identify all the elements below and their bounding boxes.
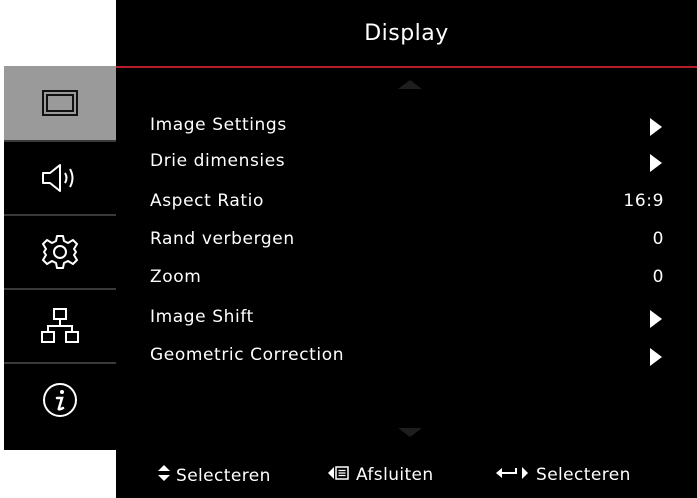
enter-icon	[496, 465, 530, 485]
display-icon	[42, 90, 78, 116]
menu-item-label: Drie dimensies	[150, 151, 286, 171]
hint-enter: Selecteren	[496, 465, 631, 485]
network-icon	[41, 308, 79, 344]
menu-item-label: Image Shift	[150, 307, 254, 327]
menu-item-value: 0	[652, 267, 664, 287]
menu-item-geometric-correction[interactable]: Geometric Correction	[150, 340, 670, 372]
menu-item-image-settings[interactable]: Image Settings	[150, 110, 670, 142]
menu-item-label: Image Settings	[150, 115, 287, 135]
scroll-up-indicator[interactable]	[398, 80, 422, 89]
gear-icon	[42, 234, 78, 270]
tab-info[interactable]	[4, 362, 116, 436]
hint-updown-label: Selecteren	[176, 465, 271, 486]
menu-back-icon	[328, 465, 350, 485]
menu-item-label: Geometric Correction	[150, 345, 345, 365]
menu-item-zoom[interactable]: Zoom 0	[150, 262, 670, 294]
tab-display[interactable]	[4, 66, 116, 140]
submenu-arrow-icon	[650, 154, 662, 172]
footer-hints: Selecteren Afsluiten Selecteren	[116, 454, 697, 498]
hint-enter-label: Selecteren	[536, 465, 631, 485]
info-icon	[42, 382, 78, 418]
scroll-down-indicator[interactable]	[398, 428, 422, 437]
submenu-arrow-icon	[650, 310, 662, 328]
menu-item-value: 16:9	[623, 191, 664, 211]
speaker-icon	[40, 163, 80, 193]
hint-menu: Afsluiten	[328, 465, 434, 485]
tab-network[interactable]	[4, 288, 116, 362]
tab-setup[interactable]	[4, 214, 116, 288]
submenu-arrow-icon	[650, 118, 662, 136]
tab-audio[interactable]	[4, 140, 116, 214]
hint-updown: Selecteren	[158, 465, 271, 486]
hint-menu-label: Afsluiten	[356, 465, 434, 485]
submenu-arrow-icon	[650, 348, 662, 366]
title-divider	[116, 66, 697, 68]
up-down-arrow-icon	[158, 465, 170, 486]
menu-item-value: 0	[652, 229, 664, 249]
page-title: Display	[364, 20, 449, 46]
menu-item-image-shift[interactable]: Image Shift	[150, 302, 670, 334]
menu-item-label: Zoom	[150, 267, 202, 287]
menu-item-rand-verbergen[interactable]: Rand verbergen 0	[150, 224, 670, 256]
menu-item-label: Rand verbergen	[150, 229, 295, 249]
menu-item-aspect-ratio[interactable]: Aspect Ratio 16:9	[150, 186, 670, 218]
menu-item-label: Aspect Ratio	[150, 191, 264, 211]
menu-item-drie-dimensies[interactable]: Drie dimensies	[150, 146, 670, 178]
